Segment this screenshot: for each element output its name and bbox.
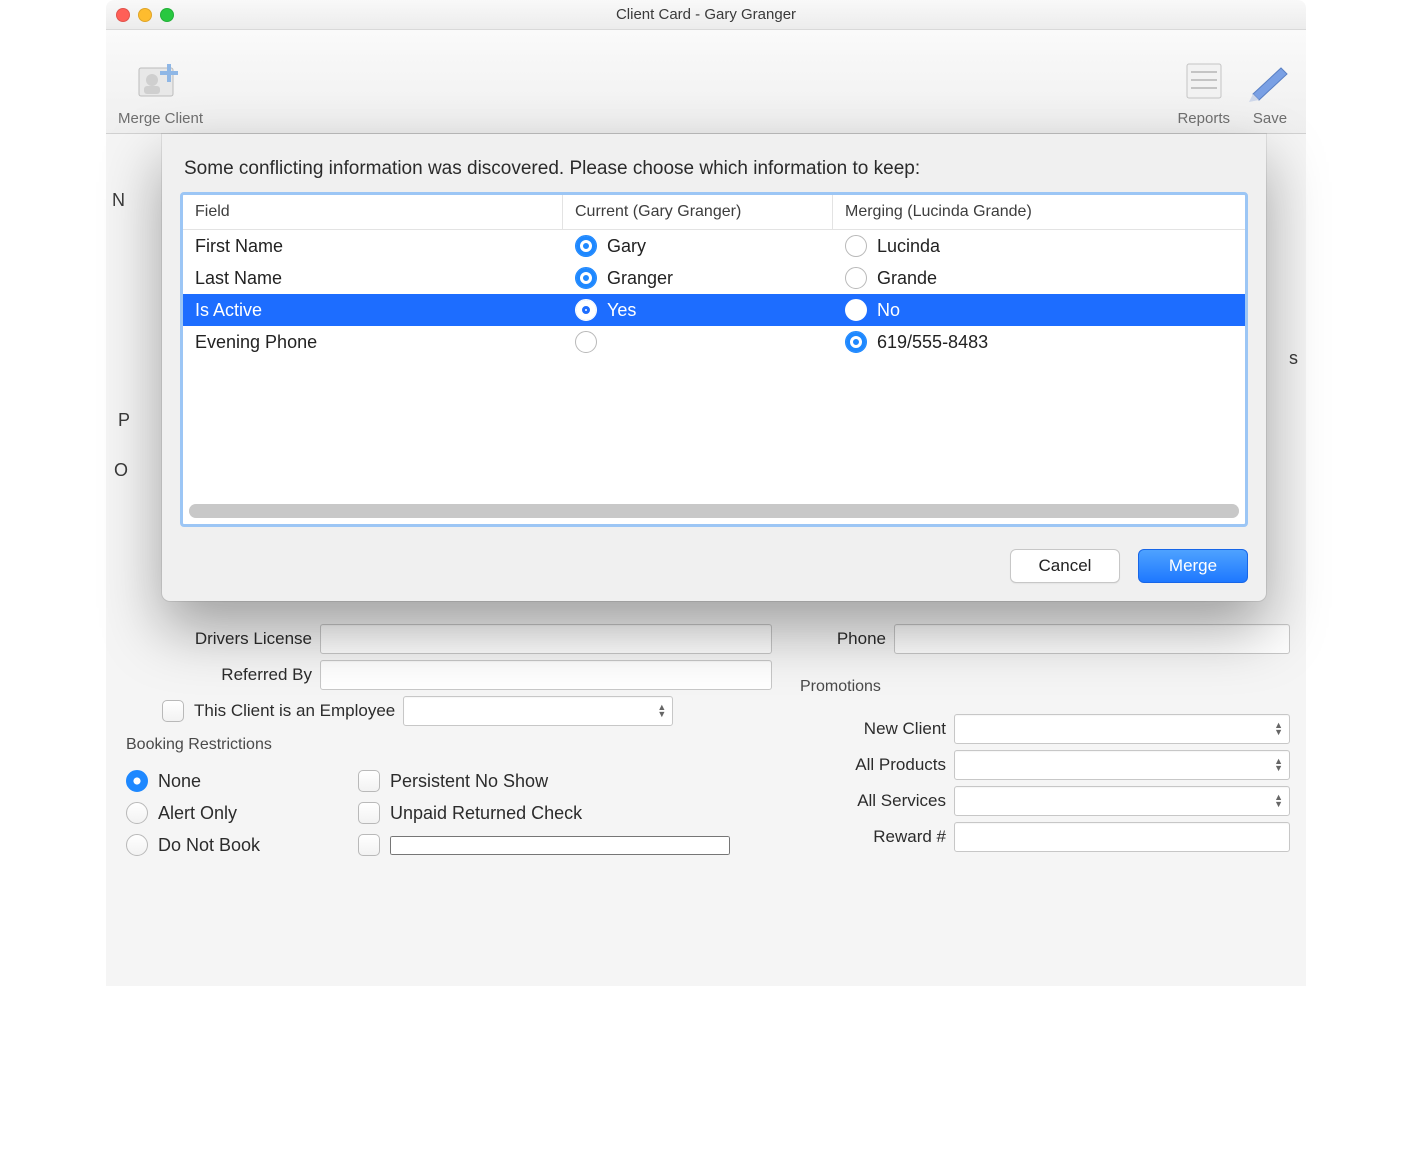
main-area: N P O s Drivers License Referred By: [106, 134, 1306, 986]
table-header: Field Current (Gary Granger) Merging (Lu…: [183, 195, 1245, 230]
checkbox-icon: [358, 770, 380, 792]
save-label: Save: [1253, 110, 1287, 127]
promotions-heading: Promotions: [800, 678, 1290, 696]
current-value: Granger: [607, 268, 673, 289]
sheet-message: Some conflicting information was discove…: [184, 158, 1244, 180]
employee-checkbox-label: This Client is an Employee: [194, 701, 395, 721]
merge-client-label: Merge Client: [118, 110, 203, 127]
stepper-icon: ▲▼: [657, 704, 666, 718]
reports-icon: [1180, 58, 1228, 106]
cell-merging[interactable]: Grande: [833, 262, 1245, 294]
current-value: Gary: [607, 236, 646, 257]
reports-label: Reports: [1177, 110, 1230, 127]
radio-icon: [126, 770, 148, 792]
merging-value: No: [877, 300, 900, 321]
cell-merging[interactable]: No: [833, 294, 1245, 326]
cell-current[interactable]: Granger: [563, 262, 833, 294]
new-client-select[interactable]: ▲▼: [954, 714, 1290, 744]
cell-field: First Name: [183, 231, 563, 262]
booking-restrictions-heading: Booking Restrictions: [126, 736, 772, 754]
restrict-none[interactable]: None: [126, 770, 346, 792]
phone-input[interactable]: [894, 624, 1290, 654]
header-field: Field: [183, 195, 563, 229]
window: Client Card - Gary Granger Merge Client: [106, 0, 1306, 986]
header-merging: Merging (Lucinda Grande): [833, 195, 1245, 229]
merging-value: Grande: [877, 268, 937, 289]
radio-current[interactable]: [575, 267, 597, 289]
cell-merging[interactable]: Lucinda: [833, 230, 1245, 262]
drivers-license-input[interactable]: [320, 624, 772, 654]
stepper-icon: ▲▼: [1274, 758, 1283, 772]
sheet-button-row: Cancel Merge: [180, 549, 1248, 583]
stepper-icon: ▲▼: [1274, 722, 1283, 736]
all-products-label: All Products: [796, 755, 946, 775]
employee-checkbox[interactable]: [162, 700, 184, 722]
referred-by-input[interactable]: [320, 660, 772, 690]
current-value: Yes: [607, 300, 636, 321]
cancel-button[interactable]: Cancel: [1010, 549, 1120, 583]
restrict-other-row: [358, 834, 738, 856]
booking-restrictions-panel: None Persistent No Show Alert Only: [122, 760, 772, 866]
radio-current[interactable]: [575, 331, 597, 353]
radio-current[interactable]: [575, 299, 597, 321]
cell-current[interactable]: Yes: [563, 294, 833, 326]
radio-icon: [126, 802, 148, 824]
toolbar: Merge Client Reports: [106, 30, 1306, 134]
radio-merging[interactable]: [845, 299, 867, 321]
table-body: First Name Gary Lucinda Last Name Granger Gra…: [183, 230, 1245, 358]
title-bar: Client Card - Gary Granger: [106, 0, 1306, 30]
merge-button[interactable]: Merge: [1138, 549, 1248, 583]
referred-by-label: Referred By: [122, 665, 312, 685]
cell-current[interactable]: Gary: [563, 230, 833, 262]
cell-field: Evening Phone: [183, 327, 563, 358]
restrict-other-input[interactable]: [390, 836, 730, 855]
restrict-persistent-no-show[interactable]: Persistent No Show: [358, 770, 738, 792]
table-row[interactable]: Is Active Yes No: [183, 294, 1245, 326]
restrict-do-not-book[interactable]: Do Not Book: [126, 834, 346, 856]
reports-button[interactable]: Reports: [1177, 58, 1230, 127]
radio-icon: [126, 834, 148, 856]
stepper-icon: ▲▼: [1274, 794, 1283, 808]
cell-current[interactable]: [563, 326, 833, 358]
merge-client-icon: [137, 58, 185, 106]
cell-field: Last Name: [183, 263, 563, 294]
radio-merging[interactable]: [845, 267, 867, 289]
merging-value: 619/555-8483: [877, 332, 988, 353]
save-button[interactable]: Save: [1246, 58, 1294, 127]
reward-number-label: Reward #: [796, 827, 946, 847]
phone-label: Phone: [796, 629, 886, 649]
conflict-table: Field Current (Gary Granger) Merging (Lu…: [180, 192, 1248, 527]
restrict-unpaid-returned-check[interactable]: Unpaid Returned Check: [358, 802, 738, 824]
checkbox-icon: [358, 802, 380, 824]
header-current: Current (Gary Granger): [563, 195, 833, 229]
save-pen-icon: [1246, 58, 1294, 106]
new-client-label: New Client: [796, 719, 946, 739]
radio-current[interactable]: [575, 235, 597, 257]
table-row[interactable]: Last Name Granger Grande: [183, 262, 1245, 294]
radio-merging[interactable]: [845, 235, 867, 257]
merge-conflict-sheet: Some conflicting information was discove…: [162, 134, 1266, 601]
reward-number-input[interactable]: [954, 822, 1290, 852]
table-row[interactable]: Evening Phone 619/555-8483: [183, 326, 1245, 358]
restrict-alert-only[interactable]: Alert Only: [126, 802, 346, 824]
horizontal-scrollbar[interactable]: [189, 504, 1239, 518]
merging-value: Lucinda: [877, 236, 940, 257]
employee-select[interactable]: ▲▼: [403, 696, 673, 726]
merge-client-button[interactable]: Merge Client: [118, 58, 203, 127]
bg-letter-s: s: [1289, 348, 1298, 369]
cell-field: Is Active: [183, 295, 563, 326]
cell-merging[interactable]: 619/555-8483: [833, 326, 1245, 358]
checkbox-icon[interactable]: [358, 834, 380, 856]
table-row[interactable]: First Name Gary Lucinda: [183, 230, 1245, 262]
all-services-label: All Services: [796, 791, 946, 811]
all-products-select[interactable]: ▲▼: [954, 750, 1290, 780]
radio-merging[interactable]: [845, 331, 867, 353]
window-title: Client Card - Gary Granger: [106, 6, 1306, 23]
drivers-license-label: Drivers License: [122, 629, 312, 649]
all-services-select[interactable]: ▲▼: [954, 786, 1290, 816]
